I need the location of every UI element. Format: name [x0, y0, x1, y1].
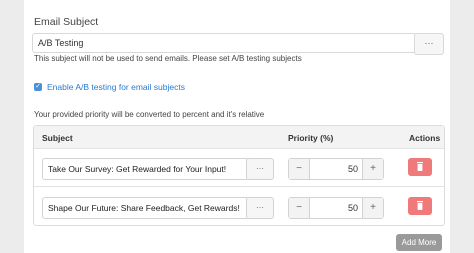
subject-more-button[interactable]: ··· [246, 158, 274, 180]
table-header: Subject Priority (%) Actions [34, 126, 444, 149]
ab-testing-checkbox[interactable]: ✓ [34, 83, 42, 91]
subject-input[interactable]: Take Our Survey: Get Rewarded for Your I… [42, 158, 249, 180]
email-subject-label: Email Subject [34, 16, 99, 28]
email-subject-help-text: This subject will not be used to send em… [34, 54, 302, 63]
increment-button[interactable]: + [362, 159, 383, 179]
trash-icon [417, 201, 423, 210]
priority-input[interactable]: 50 [310, 198, 362, 218]
subject-more-button[interactable]: ··· [246, 197, 274, 219]
ab-subjects-table: Subject Priority (%) Actions Take Our Su… [33, 125, 445, 226]
subject-input[interactable]: Shape Our Future: Share Feedback, Get Re… [42, 197, 249, 219]
priority-stepper: − 50 + [288, 158, 384, 180]
header-actions: Actions [409, 133, 441, 143]
priority-note: Your provided priority will be converted… [34, 110, 265, 119]
delete-button[interactable] [408, 197, 432, 215]
table-row: Shape Our Future: Share Feedback, Get Re… [34, 187, 444, 225]
decrement-button[interactable]: − [289, 198, 310, 218]
ab-testing-checkbox-label[interactable]: Enable A/B testing for email subjects [47, 82, 185, 92]
delete-button[interactable] [408, 158, 432, 176]
settings-panel: Email Subject A/B Testing ··· This subje… [24, 0, 450, 253]
priority-input[interactable]: 50 [310, 159, 362, 179]
email-subject-input[interactable]: A/B Testing [32, 33, 417, 53]
email-subject-more-button[interactable]: ··· [414, 33, 444, 55]
trash-icon [417, 162, 423, 171]
header-priority: Priority (%) [288, 133, 334, 143]
check-icon: ✓ [35, 83, 41, 90]
priority-stepper: − 50 + [288, 197, 384, 219]
table-row: Take Our Survey: Get Rewarded for Your I… [34, 148, 444, 187]
header-subject: Subject [42, 133, 73, 143]
increment-button[interactable]: + [362, 198, 383, 218]
decrement-button[interactable]: − [289, 159, 310, 179]
add-more-button[interactable]: Add More [396, 234, 442, 251]
